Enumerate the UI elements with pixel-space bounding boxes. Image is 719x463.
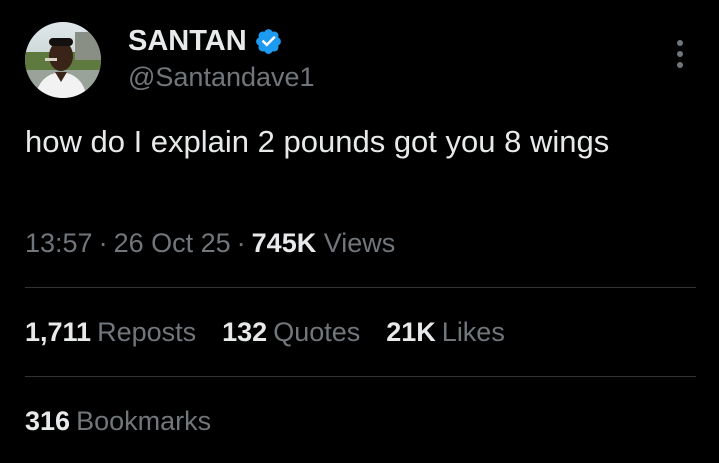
quotes-label: Quotes xyxy=(273,317,361,347)
reposts-stat[interactable]: 1,711 Reposts xyxy=(25,316,196,348)
likes-label: Likes xyxy=(441,317,505,347)
author-handle[interactable]: @Santandave1 xyxy=(128,61,315,93)
quotes-stat[interactable]: 132 Quotes xyxy=(222,316,360,348)
bookmarks-stat[interactable]: 316 Bookmarks xyxy=(25,405,211,437)
likes-stat[interactable]: 21K Likes xyxy=(386,316,505,348)
avatar[interactable] xyxy=(25,22,101,98)
engagement-stats: 1,711 Reposts 132 Quotes 21K Likes xyxy=(25,316,531,348)
views-label: Views xyxy=(323,228,396,258)
quotes-count: 132 xyxy=(222,317,268,347)
more-options-icon[interactable] xyxy=(668,38,692,70)
views-count: 745K xyxy=(251,228,317,258)
author-name-row[interactable]: SANTAN xyxy=(128,24,283,58)
divider xyxy=(25,376,696,377)
bookmarks-label: Bookmarks xyxy=(76,406,212,436)
reposts-label: Reposts xyxy=(97,317,197,347)
divider xyxy=(25,287,696,288)
tweet-metadata: 13:57 · 26 Oct 25 · 745K Views xyxy=(25,227,395,259)
verified-badge-icon[interactable] xyxy=(254,27,283,56)
tweet-date[interactable]: 26 Oct 25 xyxy=(114,228,231,258)
profile-photo xyxy=(25,22,101,98)
author-display-name[interactable]: SANTAN xyxy=(128,24,247,58)
tweet-text: how do I explain 2 pounds got you 8 wing… xyxy=(25,124,610,159)
tweet-time[interactable]: 13:57 xyxy=(25,228,93,258)
likes-count: 21K xyxy=(386,317,436,347)
separator-dot: · xyxy=(98,228,108,258)
separator-dot: · xyxy=(236,228,246,258)
bookmarks-count: 316 xyxy=(25,406,71,436)
reposts-count: 1,711 xyxy=(25,317,92,347)
